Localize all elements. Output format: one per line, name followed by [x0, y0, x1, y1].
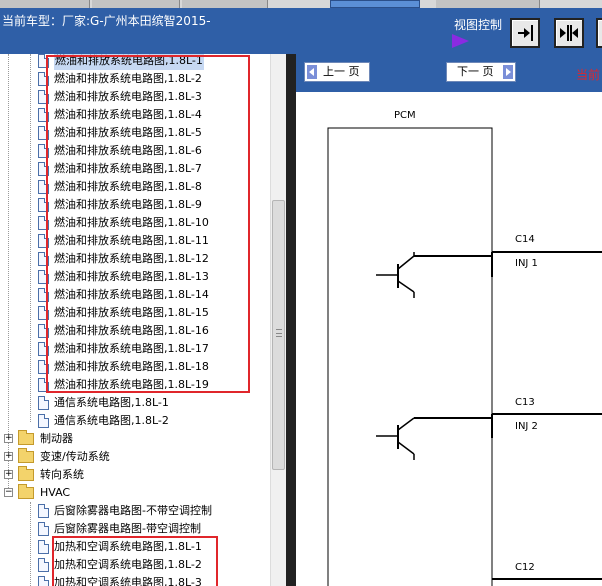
tree-folder-label: 变速/传动系统: [40, 450, 110, 463]
app-header: 当前车型：厂家:G-广州本田缤智2015- 视图控制: [0, 0, 602, 54]
tree-folder-label: HVAC: [40, 486, 71, 499]
arrow-to-bar-icon: [518, 25, 533, 41]
document-icon: [38, 540, 49, 554]
page-nav-bar: 上一 页 下一 页 当前: [296, 54, 602, 92]
arrow-right-icon: [503, 65, 513, 79]
split-arrows-icon: [560, 25, 578, 41]
tree-scrollbar-thumb[interactable]: [272, 200, 285, 470]
view-expand-right-button[interactable]: [510, 18, 540, 48]
tree-item-label: 通信系统电路图,1.8L-1: [54, 396, 169, 409]
tree-folder-label: 制动器: [40, 432, 73, 445]
tree-item-label: 通信系统电路图,1.8L-2: [54, 414, 169, 427]
tree-connector: [30, 502, 31, 586]
next-page-button[interactable]: 下一 页: [446, 62, 516, 82]
tree-folder-label: 转向系统: [40, 468, 84, 481]
wiring-diagram: PCM C14 INJ 1 C13 INJ 2 C12: [327, 110, 602, 586]
document-icon: [38, 504, 49, 518]
view-extra-button[interactable]: [596, 18, 602, 48]
connector-name-label: INJ 1: [515, 258, 538, 269]
top-tab-active[interactable]: [330, 0, 420, 8]
document-icon: [38, 558, 49, 572]
pcm-label: PCM: [394, 110, 416, 121]
folder-open-icon: [18, 484, 34, 499]
diagram-panel: 上一 页 下一 页 当前 PCM C14 INJ 1 C13 INJ 2 C12: [296, 54, 602, 586]
folder-icon: [18, 430, 34, 445]
tree-item-label: 后窗除雾器电路图-不带空调控制: [54, 504, 212, 517]
expand-icon[interactable]: +: [4, 434, 13, 443]
document-icon: [38, 522, 49, 536]
prev-page-label: 上一 页: [323, 65, 360, 78]
view-control-label: 视图控制: [454, 18, 503, 32]
current-vehicle-label: 当前车型：厂家:G-广州本田缤智2015-: [2, 14, 211, 28]
top-tab[interactable]: [182, 0, 268, 8]
document-icon: [38, 414, 49, 428]
tree-panel: 燃油和排放系统电路图,1.8L-1 燃油和排放系统电路图,1.8L-2 燃油和排…: [0, 54, 286, 586]
expand-icon[interactable]: +: [4, 452, 13, 461]
expand-icon[interactable]: +: [4, 470, 13, 479]
connector-pin-label: C14: [515, 234, 535, 245]
connector-pin-label: C12: [515, 562, 535, 573]
tree-connector: [8, 54, 9, 494]
top-tab[interactable]: [436, 0, 540, 8]
highlight-box-hvac: [52, 536, 218, 586]
transistor-icon: [376, 252, 415, 298]
connector-pin-label: C13: [515, 397, 535, 408]
top-tab[interactable]: [92, 0, 180, 8]
highlight-box-fuel: [46, 55, 250, 393]
folder-icon: [18, 448, 34, 463]
panel-splitter[interactable]: [286, 54, 296, 586]
top-tab-strip: [0, 0, 602, 8]
view-split-button[interactable]: [554, 18, 584, 48]
folder-icon: [18, 466, 34, 481]
connector-name-label: INJ 2: [515, 421, 538, 432]
view-control-arrow-icon: [452, 34, 469, 48]
transistor-icon: [376, 417, 415, 460]
pcm-box: [327, 127, 493, 586]
arrow-left-icon: [307, 65, 317, 79]
tree-scrollbar[interactable]: [270, 54, 286, 586]
top-tab[interactable]: [0, 0, 90, 8]
collapse-icon[interactable]: −: [4, 488, 13, 497]
document-icon: [38, 396, 49, 410]
current-page-label: 当前: [576, 68, 601, 82]
grip-icon: [276, 329, 282, 337]
document-icon: [38, 576, 49, 586]
next-page-label: 下一 页: [457, 65, 494, 78]
prev-page-button[interactable]: 上一 页: [304, 62, 370, 82]
tree-connector: [30, 54, 31, 422]
